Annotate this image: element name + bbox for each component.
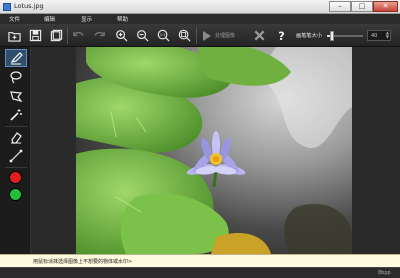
minimize-button[interactable]: –: [329, 1, 351, 12]
menu-bar: 文件 编辑 显示 帮助: [0, 14, 400, 24]
menu-view[interactable]: 显示: [81, 15, 92, 23]
play-icon: [203, 30, 211, 41]
green-protect-color[interactable]: [9, 188, 22, 201]
toolbar-separator: [196, 27, 197, 44]
app-icon: [3, 3, 11, 11]
image-format-label: 8bpp: [378, 270, 391, 276]
redo-button[interactable]: [92, 28, 106, 42]
title-bar: Lotus.jpg – □ ✕: [0, 0, 400, 14]
zoom-out-button[interactable]: [135, 28, 149, 42]
open-button[interactable]: [7, 28, 21, 42]
magic-wand-tool[interactable]: [5, 106, 27, 124]
lotus-photo[interactable]: [76, 47, 352, 254]
tool-separator: [5, 126, 27, 127]
process-image-label: 处理图像: [215, 33, 236, 39]
polygon-lasso-tool[interactable]: [5, 87, 27, 105]
window-title: Lotus.jpg: [14, 2, 44, 10]
tool-panel: [0, 47, 31, 260]
brush-size-value: 40: [371, 33, 378, 39]
zoom-actual-button[interactable]: 1:1: [156, 28, 170, 42]
polygon-lasso-icon: [10, 91, 23, 102]
menu-help[interactable]: 帮助: [117, 15, 128, 23]
lasso-tool[interactable]: [5, 68, 27, 86]
close-button[interactable]: ✕: [373, 1, 398, 12]
zoom-out-icon: [136, 29, 148, 41]
zoom-actual-label: 1:1: [159, 33, 164, 37]
zoom-actual-icon: 1:1: [157, 29, 169, 41]
undo-icon: [72, 31, 84, 36]
tool-separator: [5, 167, 27, 168]
line-icon: [9, 149, 23, 163]
save-icon: [29, 29, 41, 41]
redo-icon: [93, 31, 105, 36]
toolbar: 1:1 处理图像 ? 画笔笔大小 40 ▲ ▼: [0, 24, 400, 47]
menu-edit[interactable]: 编辑: [44, 15, 55, 23]
zoom-in-button[interactable]: [114, 28, 128, 42]
brush-size-slider[interactable]: [327, 31, 363, 41]
save-as-button[interactable]: [49, 28, 63, 42]
spin-arrows-icon[interactable]: ▲ ▼: [386, 31, 389, 39]
marker-icon: [10, 52, 23, 65]
magic-wand-icon: [10, 109, 22, 121]
zoom-fit-button[interactable]: [177, 28, 191, 42]
cancel-button[interactable]: [252, 28, 266, 42]
svg-text:?: ?: [278, 30, 284, 42]
eraser-tool[interactable]: [5, 128, 27, 146]
x-icon: [254, 30, 264, 40]
eraser-icon: [11, 132, 22, 144]
brush-tool[interactable]: [5, 49, 27, 67]
open-folder-icon: [7, 31, 21, 42]
save-button[interactable]: [28, 28, 42, 42]
maximize-button[interactable]: □: [351, 1, 373, 12]
undo-button[interactable]: [71, 28, 85, 42]
status-bar: 8bpp: [0, 267, 400, 278]
brush-size-slider-thumb[interactable]: [330, 31, 335, 41]
zoom-fit-icon: [178, 29, 190, 41]
question-mark-icon: ?: [278, 30, 284, 42]
brush-size-label: 画笔笔大小: [296, 33, 322, 39]
image-canvas[interactable]: [31, 47, 400, 260]
hint-text: 用鼠标涂抹选择图像上不想要的物体或水印>: [33, 259, 133, 265]
save-as-icon: [50, 29, 62, 41]
process-image-button[interactable]: 处理图像: [200, 29, 244, 42]
red-marker-color[interactable]: [9, 171, 22, 184]
menu-file[interactable]: 文件: [9, 15, 20, 23]
toolbar-separator: [67, 27, 68, 44]
help-button[interactable]: ?: [274, 28, 288, 42]
zoom-in-icon: [115, 29, 127, 41]
hint-bar: 用鼠标涂抹选择图像上不想要的物体或水印>: [0, 254, 400, 267]
lasso-icon: [10, 71, 22, 84]
line-tool[interactable]: [5, 147, 27, 165]
brush-size-spinbox[interactable]: 40 ▲ ▼: [367, 30, 391, 41]
lotus-photo-image: [76, 47, 352, 254]
